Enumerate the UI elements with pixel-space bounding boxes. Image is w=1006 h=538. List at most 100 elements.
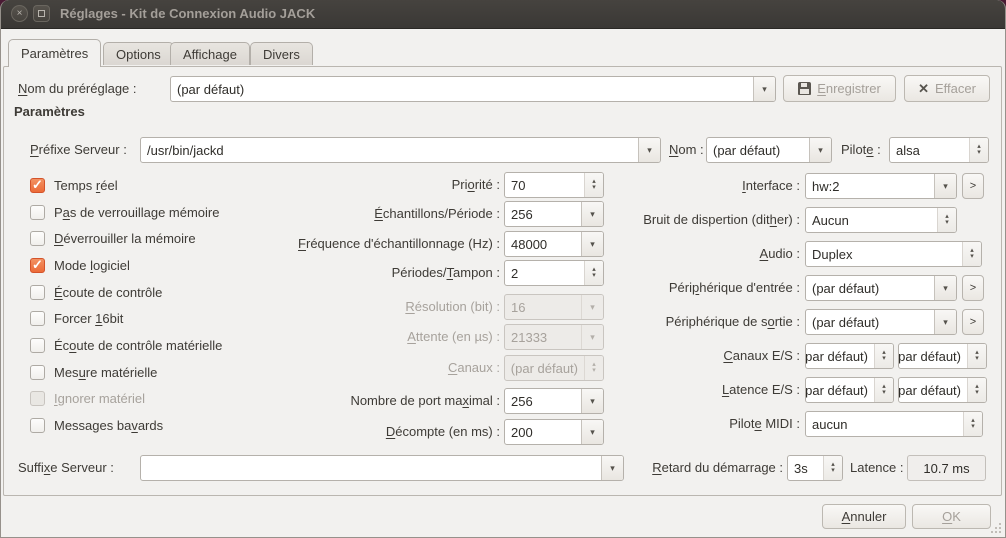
wait-combo[interactable]: 21333 ▾ [504, 324, 604, 350]
dropdown-arrow-icon[interactable]: ▾ [581, 295, 603, 319]
checkbox-box[interactable]: ✓ [30, 310, 45, 326]
spin-down-icon[interactable]: ▾ [971, 423, 975, 430]
spinner-arrows[interactable]: ▴ ▾ [874, 378, 893, 402]
checkbox-label: Temps réel [54, 177, 118, 193]
tab-affichage[interactable]: Affichage [170, 42, 250, 65]
spinner-arrows[interactable]: ▴ ▾ [874, 344, 893, 368]
tab-parametres[interactable]: Paramètres [8, 39, 102, 67]
server-name-combo[interactable]: (par défaut) ▾ [706, 137, 832, 163]
tab-divers[interactable]: Divers [250, 42, 313, 65]
dither-spinbox[interactable]: Aucun ▴ ▾ [805, 207, 957, 233]
out-channels-spinbox[interactable]: (par défaut) ▴ ▾ [898, 343, 987, 369]
spin-down-icon[interactable]: ▾ [592, 272, 596, 279]
checkbox-mesure-materielle[interactable]: ✓ Mesure matérielle [30, 364, 157, 380]
window-title: Réglages - Kit de Connexion Audio JACK [60, 6, 316, 21]
spin-down-icon[interactable]: ▾ [975, 355, 979, 362]
server-suffix-combo[interactable]: ▾ [140, 455, 624, 481]
save-button[interactable]: Enregistrer [783, 75, 896, 102]
spin-down-icon[interactable]: ▾ [882, 355, 886, 362]
audio-spinbox[interactable]: Duplex ▴ ▾ [805, 241, 982, 267]
interface-combo[interactable]: hw:2 ▾ [805, 173, 957, 199]
in-latency-spinbox[interactable]: (par défaut) ▴ ▾ [805, 377, 894, 403]
start-delay-spinbox[interactable]: 3s ▴ ▾ [787, 455, 843, 481]
spin-down-icon[interactable]: ▾ [592, 184, 596, 191]
resize-grip[interactable] [989, 521, 1003, 535]
midi-driver-spinbox[interactable]: aucun ▴ ▾ [805, 411, 983, 437]
checkbox-box[interactable]: ✓ [30, 417, 45, 433]
checkbox-ecoute-materielle[interactable]: ✓ Écoute de contrôle matérielle [30, 337, 222, 353]
ok-button[interactable]: OK [912, 504, 991, 529]
driver-spinbox[interactable]: alsa ▴ ▾ [889, 137, 989, 163]
cancel-button[interactable]: Annuler [822, 504, 906, 529]
dropdown-arrow-icon[interactable]: ▾ [581, 389, 603, 413]
portmax-combo[interactable]: 256 ▾ [504, 388, 604, 414]
spinner-arrows[interactable]: ▴ ▾ [963, 412, 982, 436]
spin-down-icon[interactable]: ▾ [975, 389, 979, 396]
timeout-combo[interactable]: 200 ▾ [504, 419, 604, 445]
dropdown-arrow-icon[interactable]: ▾ [809, 138, 831, 162]
periods-spinbox[interactable]: 2 ▴ ▾ [504, 260, 604, 286]
input-device-combo[interactable]: (par défaut) ▾ [805, 275, 957, 301]
spinner-arrows[interactable]: ▴ ▾ [937, 208, 956, 232]
dropdown-arrow-icon[interactable]: ▾ [581, 420, 603, 444]
dropdown-arrow-icon[interactable]: ▾ [638, 138, 660, 162]
wordlength-combo[interactable]: 16 ▾ [504, 294, 604, 320]
checkbox-box[interactable]: ✓ [30, 177, 45, 193]
checkbox-forcer-16bit[interactable]: ✓ Forcer 16bit [30, 310, 123, 326]
checkbox-box[interactable]: ✓ [30, 364, 45, 380]
spin-down-icon[interactable]: ▾ [592, 367, 596, 374]
close-button[interactable]: × [11, 5, 28, 22]
minimize-button[interactable] [33, 5, 50, 22]
spinner-arrows[interactable]: ▴ ▾ [969, 138, 988, 162]
output-device-combo[interactable]: (par défaut) ▾ [805, 309, 957, 335]
spinner-arrows[interactable]: ▴ ▾ [823, 456, 842, 480]
clear-button[interactable]: ✕ Effacer [904, 75, 990, 102]
samplerate-combo[interactable]: 48000 ▾ [504, 231, 604, 257]
spin-down-icon[interactable]: ▾ [831, 467, 835, 474]
in-channels-spinbox[interactable]: (par défaut) ▴ ▾ [805, 343, 894, 369]
output-device-more-button[interactable]: > [962, 309, 984, 335]
spinner-arrows[interactable]: ▴ ▾ [967, 344, 986, 368]
spinner-arrows[interactable]: ▴ ▾ [967, 378, 986, 402]
checkbox-box[interactable]: ✓ [30, 337, 45, 353]
input-device-label: Périphérique d'entrée : [668, 280, 800, 295]
checkbox-messages-bavards[interactable]: ✓ Messages bavards [30, 417, 163, 433]
dropdown-arrow-icon[interactable]: ▾ [934, 174, 956, 198]
checkbox-box[interactable]: ✓ [30, 257, 45, 273]
channels-spinbox[interactable]: (par défaut) ▴ ▾ [504, 355, 604, 381]
checkbox-deverrouiller[interactable]: ✓ Déverrouiller la mémoire [30, 230, 196, 246]
server-prefix-combo[interactable]: /usr/bin/jackd ▾ [140, 137, 661, 163]
dropdown-arrow-icon[interactable]: ▾ [581, 202, 603, 226]
spin-down-icon[interactable]: ▾ [882, 389, 886, 396]
titlebar[interactable]: × Réglages - Kit de Connexion Audio JACK [0, 0, 1006, 29]
dropdown-arrow-icon[interactable]: ▾ [934, 276, 956, 300]
interface-more-button[interactable]: > [962, 173, 984, 199]
checkbox-temps-reel[interactable]: ✓ Temps réel [30, 177, 118, 193]
input-device-more-button[interactable]: > [962, 275, 984, 301]
dropdown-arrow-icon[interactable]: ▾ [601, 456, 623, 480]
dropdown-arrow-icon[interactable]: ▾ [581, 325, 603, 349]
dropdown-arrow-icon[interactable]: ▾ [753, 77, 775, 101]
spin-down-icon[interactable]: ▾ [977, 149, 981, 156]
priority-spinbox[interactable]: 70 ▴ ▾ [504, 172, 604, 198]
dropdown-arrow-icon[interactable]: ▾ [934, 310, 956, 334]
tab-options[interactable]: Options [103, 42, 174, 65]
spin-down-icon[interactable]: ▾ [970, 253, 974, 260]
checkbox-mode-logiciel[interactable]: ✓ Mode logiciel [30, 257, 130, 273]
checkbox-box[interactable]: ✓ [30, 204, 45, 220]
checkbox-box[interactable]: ✓ [30, 230, 45, 246]
checkbox-box[interactable]: ✓ [30, 390, 45, 406]
spinner-arrows[interactable]: ▴ ▾ [584, 356, 603, 380]
spinner-arrows[interactable]: ▴ ▾ [962, 242, 981, 266]
dropdown-arrow-icon[interactable]: ▾ [581, 232, 603, 256]
checkbox-box[interactable]: ✓ [30, 284, 45, 300]
preset-name-combo[interactable]: (par défaut) ▾ [170, 76, 776, 102]
spin-down-icon[interactable]: ▾ [945, 219, 949, 226]
checkbox-ignorer-materiel[interactable]: ✓ Ignorer matériel [30, 390, 145, 406]
checkbox-ecoute-controle[interactable]: ✓ Écoute de contrôle [30, 284, 162, 300]
checkbox-pas-verrouillage[interactable]: ✓ Pas de verrouillage mémoire [30, 204, 219, 220]
out-latency-spinbox[interactable]: (par défaut) ▴ ▾ [898, 377, 987, 403]
frames-combo[interactable]: 256 ▾ [504, 201, 604, 227]
spinner-arrows[interactable]: ▴ ▾ [584, 261, 603, 285]
spinner-arrows[interactable]: ▴ ▾ [584, 173, 603, 197]
